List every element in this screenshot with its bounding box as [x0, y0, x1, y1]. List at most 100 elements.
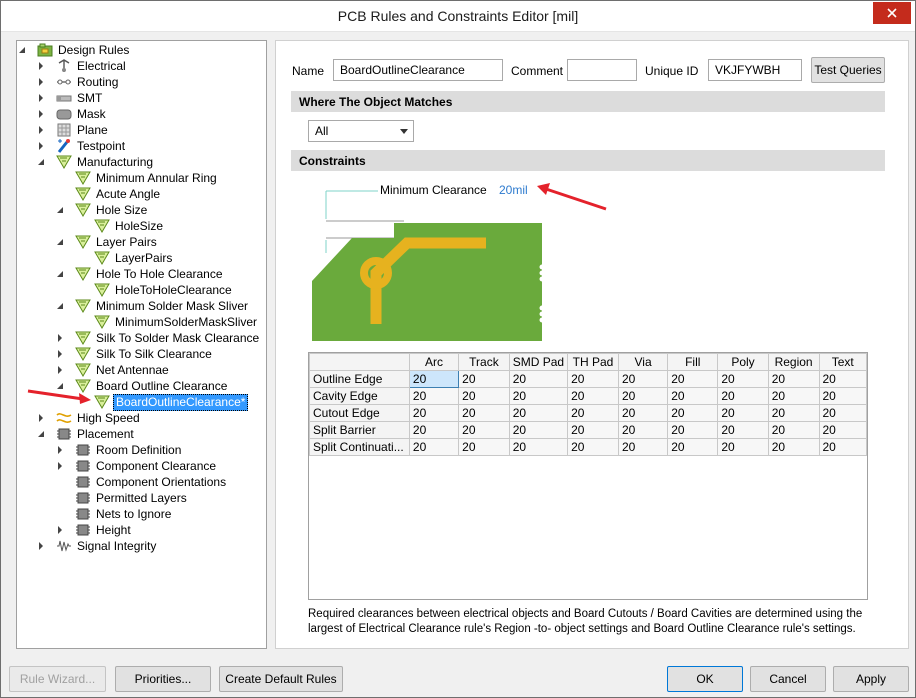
- grid-value-cell[interactable]: 20: [458, 438, 510, 456]
- grid-value-cell[interactable]: 20: [508, 370, 569, 388]
- cancel-button[interactable]: Cancel: [750, 666, 826, 692]
- collapsed-arrow-icon[interactable]: [55, 349, 65, 359]
- grid-value-cell[interactable]: 20: [667, 387, 719, 405]
- expanded-arrow-icon[interactable]: [55, 237, 65, 247]
- grid-value-cell[interactable]: 20: [818, 370, 867, 388]
- priorities-button[interactable]: Priorities...: [115, 666, 211, 692]
- collapsed-arrow-icon[interactable]: [55, 525, 65, 535]
- tree-item[interactable]: Placement: [38, 426, 136, 442]
- grid-value-cell[interactable]: 20: [567, 438, 619, 456]
- grid-value-cell[interactable]: 20: [408, 387, 460, 405]
- grid-value-cell[interactable]: 20: [508, 404, 569, 422]
- tree-item[interactable]: Net Antennae: [57, 362, 171, 378]
- tree-item[interactable]: Permitted Layers: [57, 490, 189, 506]
- name-field[interactable]: BoardOutlineClearance: [333, 59, 503, 81]
- collapsed-arrow-icon[interactable]: [36, 541, 46, 551]
- grid-value-cell[interactable]: 20: [767, 404, 820, 422]
- grid-value-cell[interactable]: 20: [667, 404, 719, 422]
- tree-item[interactable]: Room Definition: [57, 442, 183, 458]
- tree-item[interactable]: Hole To Hole Clearance: [57, 266, 225, 282]
- tree-item[interactable]: Silk To Silk Clearance: [57, 346, 214, 362]
- grid-value-cell[interactable]: 20: [617, 421, 669, 439]
- grid-value-cell[interactable]: 20: [667, 421, 719, 439]
- tree-item[interactable]: Silk To Solder Mask Clearance: [57, 330, 261, 346]
- collapsed-arrow-icon[interactable]: [36, 141, 46, 151]
- tree-item[interactable]: MinimumSolderMaskSliver: [76, 314, 259, 330]
- comment-field[interactable]: [567, 59, 637, 81]
- grid-value-cell[interactable]: 20: [667, 370, 719, 388]
- tree-item[interactable]: LayerPairs: [76, 250, 174, 266]
- grid-value-cell[interactable]: 20: [717, 404, 769, 422]
- tree-item[interactable]: HoleSize: [76, 218, 165, 234]
- grid-value-cell[interactable]: 20: [717, 387, 769, 405]
- grid-value-cell[interactable]: 20: [617, 438, 669, 456]
- grid-value-cell[interactable]: 20: [617, 387, 669, 405]
- expanded-arrow-icon[interactable]: [55, 301, 65, 311]
- tree-item[interactable]: Electrical: [38, 58, 128, 74]
- tree-item[interactable]: Height: [57, 522, 133, 538]
- where-dropdown[interactable]: All: [308, 120, 414, 142]
- tree-item[interactable]: Layer Pairs: [57, 234, 159, 250]
- collapsed-arrow-icon[interactable]: [55, 365, 65, 375]
- tree-item[interactable]: Minimum Solder Mask Sliver: [57, 298, 250, 314]
- grid-value-cell[interactable]: 20: [818, 438, 867, 456]
- grid-value-cell[interactable]: 20: [567, 370, 619, 388]
- grid-value-cell[interactable]: 20: [508, 438, 569, 456]
- collapsed-arrow-icon[interactable]: [36, 413, 46, 423]
- tree-item[interactable]: HoleToHoleClearance: [76, 282, 234, 298]
- tree-item[interactable]: SMT: [38, 90, 104, 106]
- grid-value-cell[interactable]: 20: [717, 421, 769, 439]
- grid-value-cell[interactable]: 20: [408, 370, 460, 388]
- grid-value-cell[interactable]: 20: [408, 404, 460, 422]
- tree-item[interactable]: Acute Angle: [57, 186, 162, 202]
- expanded-arrow-icon[interactable]: [36, 157, 46, 167]
- grid-value-cell[interactable]: 20: [717, 438, 769, 456]
- expanded-arrow-icon[interactable]: [36, 429, 46, 439]
- grid-value-cell[interactable]: 20: [767, 387, 820, 405]
- grid-value-cell[interactable]: 20: [458, 370, 510, 388]
- rule-wizard-button[interactable]: Rule Wizard...: [9, 666, 106, 692]
- grid-value-cell[interactable]: 20: [767, 438, 820, 456]
- grid-value-cell[interactable]: 20: [408, 438, 460, 456]
- grid-value-cell[interactable]: 20: [458, 387, 510, 405]
- tree-item[interactable]: Routing: [38, 74, 120, 90]
- tree-item[interactable]: Nets to Ignore: [57, 506, 173, 522]
- expanded-arrow-icon[interactable]: [55, 205, 65, 215]
- expanded-arrow-icon[interactable]: [17, 45, 27, 55]
- grid-value-cell[interactable]: 20: [458, 404, 510, 422]
- unique-id-field[interactable]: VKJFYWBH: [708, 59, 802, 81]
- tree-item[interactable]: Component Orientations: [57, 474, 228, 490]
- grid-value-cell[interactable]: 20: [617, 404, 669, 422]
- collapsed-arrow-icon[interactable]: [36, 61, 46, 71]
- tree-item[interactable]: Minimum Annular Ring: [57, 170, 219, 186]
- tree-item[interactable]: Plane: [38, 122, 110, 138]
- grid-value-cell[interactable]: 20: [667, 438, 719, 456]
- grid-value-cell[interactable]: 20: [767, 421, 820, 439]
- grid-value-cell[interactable]: 20: [818, 404, 867, 422]
- collapsed-arrow-icon[interactable]: [36, 77, 46, 87]
- collapsed-arrow-icon[interactable]: [36, 93, 46, 103]
- collapsed-arrow-icon[interactable]: [36, 125, 46, 135]
- tree-item[interactable]: Mask: [38, 106, 108, 122]
- create-default-rules-button[interactable]: Create Default Rules: [219, 666, 343, 692]
- grid-value-cell[interactable]: 20: [818, 387, 867, 405]
- grid-value-cell[interactable]: 20: [717, 370, 769, 388]
- collapsed-arrow-icon[interactable]: [36, 109, 46, 119]
- grid-value-cell[interactable]: 20: [767, 370, 820, 388]
- rules-tree[interactable]: Design Rules Electrical Routing SMT Mask Plan…: [16, 40, 267, 649]
- grid-value-cell[interactable]: 20: [508, 421, 569, 439]
- tree-item[interactable]: Design Rules: [19, 42, 131, 58]
- collapsed-arrow-icon[interactable]: [55, 445, 65, 455]
- collapsed-arrow-icon[interactable]: [55, 333, 65, 343]
- tree-item[interactable]: Hole Size: [57, 202, 149, 218]
- tree-item[interactable]: Testpoint: [38, 138, 127, 154]
- grid-value-cell[interactable]: 20: [567, 387, 619, 405]
- grid-value-cell[interactable]: 20: [408, 421, 460, 439]
- ok-button[interactable]: OK: [667, 666, 743, 692]
- grid-value-cell[interactable]: 20: [458, 421, 510, 439]
- tree-item[interactable]: Component Clearance: [57, 458, 218, 474]
- tree-item[interactable]: BoardOutlineClearance*: [76, 393, 249, 411]
- tree-item[interactable]: High Speed: [38, 410, 142, 426]
- grid-value-cell[interactable]: 20: [567, 404, 619, 422]
- grid-value-cell[interactable]: 20: [818, 421, 867, 439]
